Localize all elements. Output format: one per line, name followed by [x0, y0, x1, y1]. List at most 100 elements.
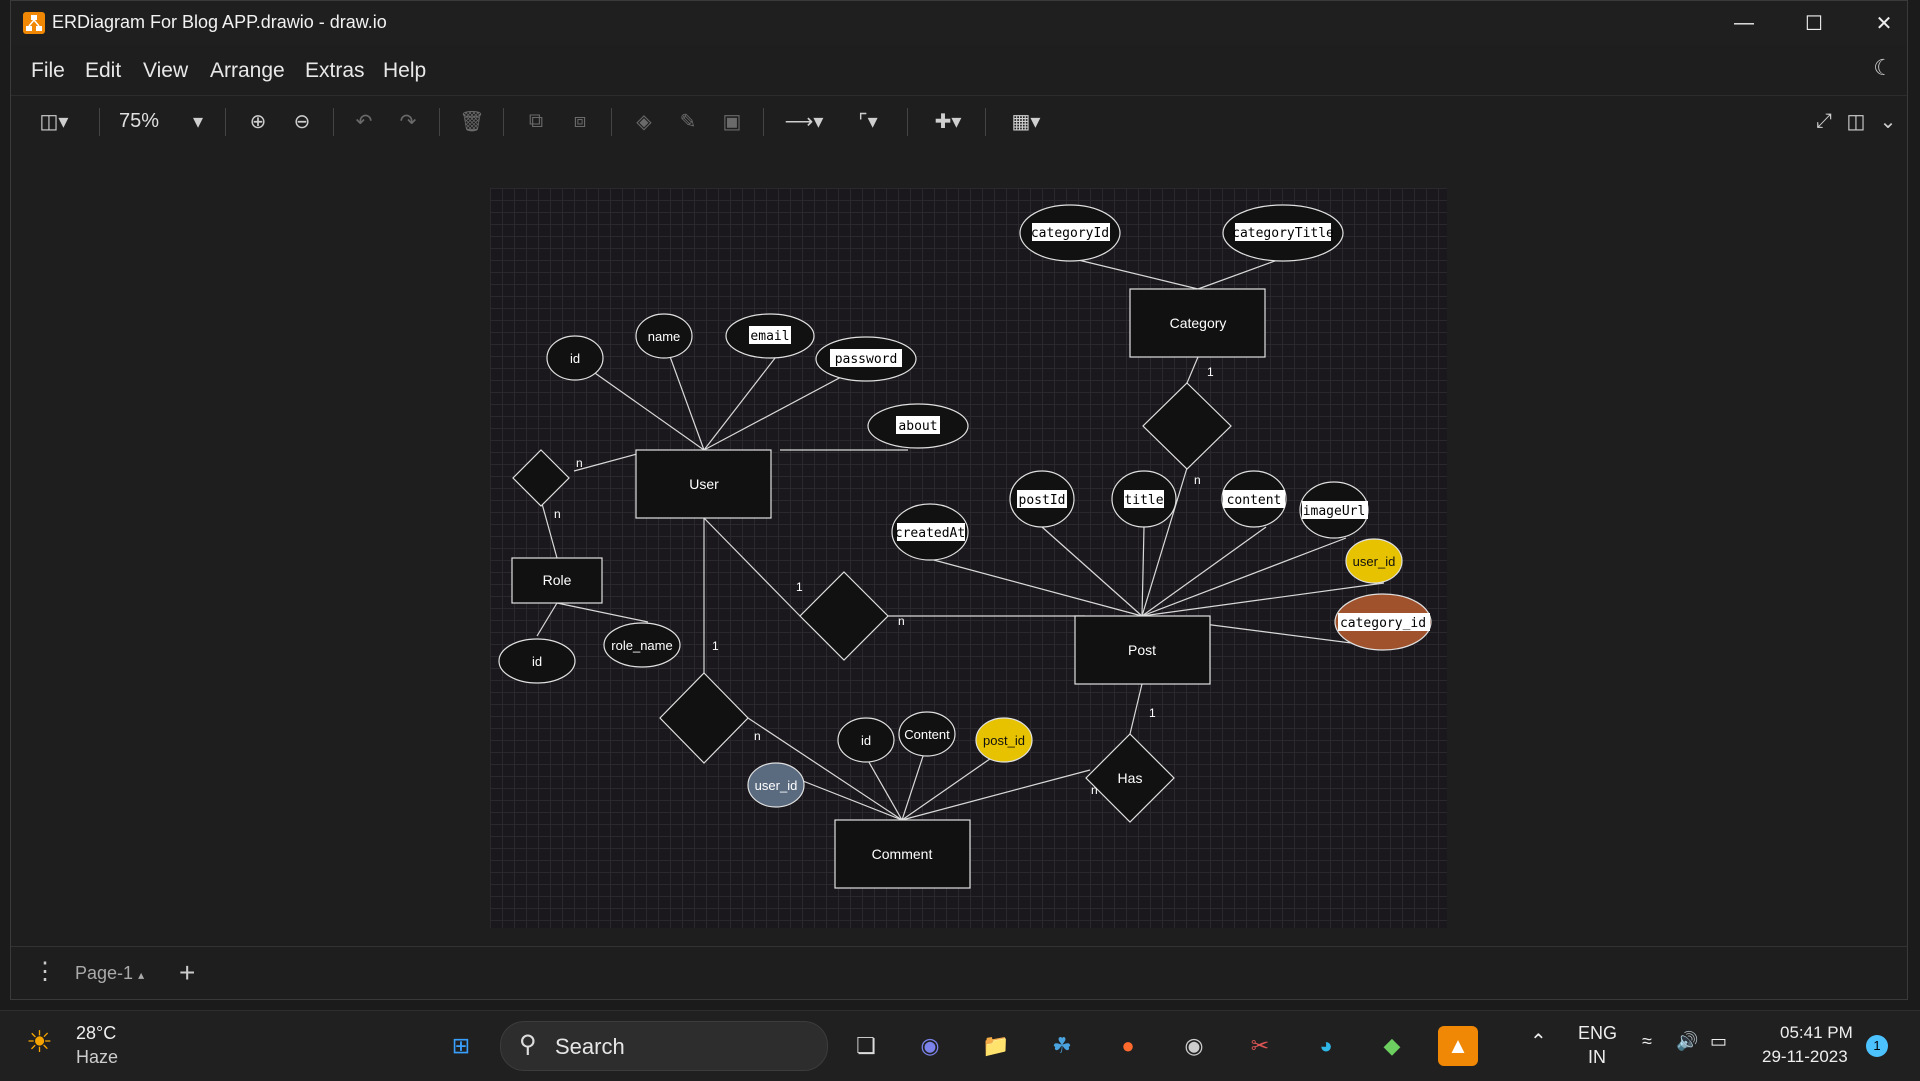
menu-view[interactable]: View	[143, 59, 188, 83]
dark-mode-icon[interactable]: ☾	[1873, 55, 1893, 81]
delete-icon[interactable]: 🗑	[455, 104, 489, 138]
menu-arrange[interactable]: Arrange	[210, 59, 285, 83]
menu-file[interactable]: File	[31, 59, 65, 83]
close-button[interactable]: ✕	[1849, 1, 1919, 45]
postman-icon[interactable]: ●	[1108, 1026, 1148, 1066]
attr-comment-userid-label[interactable]: user_id	[755, 778, 798, 793]
redo-icon[interactable]: ↷	[391, 104, 425, 138]
attr-comment-id-label[interactable]: id	[861, 733, 871, 748]
relation-user-comment[interactable]	[659, 672, 749, 764]
fill-color-icon[interactable]: ◈	[627, 104, 661, 138]
fullscreen-icon[interactable]: ⤢	[1809, 104, 1839, 138]
weather-desc[interactable]: Haze	[76, 1047, 118, 1068]
format-panel-icon[interactable]: ◫▾	[29, 104, 79, 138]
notification-badge[interactable]: 1	[1866, 1035, 1888, 1057]
card-post-comment-post[interactable]: 1	[1149, 706, 1156, 720]
menu-help[interactable]: Help	[383, 59, 426, 83]
teams-icon[interactable]: ◉	[910, 1026, 950, 1066]
language[interactable]: ENG	[1578, 1023, 1617, 1044]
card-user-comment-user[interactable]: 1	[712, 639, 719, 653]
attr-post-imageUrl-label[interactable]: imageUrl	[1303, 504, 1366, 519]
camera-icon[interactable]: ◉	[1174, 1026, 1214, 1066]
zoom-out-icon[interactable]: ⊖	[285, 104, 319, 138]
attr-role-id-label[interactable]: id	[532, 654, 542, 669]
attr-comment-postid-label[interactable]: post_id	[983, 733, 1025, 748]
maximize-button[interactable]: ☐	[1779, 1, 1849, 45]
attr-category-id-label[interactable]: categoryId	[1031, 226, 1109, 241]
waypoints-icon[interactable]: ⌜▾	[843, 104, 893, 138]
canvas-area[interactable]: User Role Category Post Comment Has id n…	[11, 148, 1907, 938]
relation-has-label[interactable]: Has	[1118, 770, 1143, 786]
card-cat-post-post[interactable]: n	[1194, 473, 1201, 487]
minimize-button[interactable]: —	[1709, 1, 1779, 45]
taskbar-search[interactable]: ⚲ Search	[500, 1021, 828, 1071]
volume-icon[interactable]: 🔊	[1676, 1031, 1698, 1052]
windows-start-icon[interactable]: ⊞	[441, 1026, 481, 1066]
connection-icon[interactable]: ⟶▾	[779, 104, 829, 138]
zoom-in-icon[interactable]: ⊕	[241, 104, 275, 138]
card-cat-post-cat[interactable]: 1	[1207, 365, 1214, 379]
attr-role-name-label[interactable]: role_name	[611, 638, 672, 653]
battery-icon[interactable]: ▭	[1710, 1031, 1727, 1052]
weather-temp[interactable]: 28°C	[76, 1023, 116, 1044]
card-post-comment-comment[interactable]: n	[1091, 783, 1098, 797]
attr-user-about-label[interactable]: about	[898, 419, 937, 434]
region[interactable]: IN	[1588, 1047, 1606, 1068]
attr-post-content-label[interactable]: content	[1227, 493, 1282, 508]
menu-edit[interactable]: Edit	[85, 59, 121, 83]
attr-post-id-label[interactable]: postId	[1019, 493, 1066, 508]
zoom-dropdown-icon[interactable]: ▾	[183, 104, 213, 138]
attr-post-createdAt-label[interactable]: createdAt	[895, 526, 965, 541]
page-tab[interactable]: Page-1 ▴	[75, 963, 144, 984]
insert-icon[interactable]: ✚▾	[923, 104, 973, 138]
file-explorer-icon[interactable]: 📁	[976, 1026, 1016, 1066]
snipping-tool-icon[interactable]: ✂	[1240, 1026, 1280, 1066]
attr-user-id-label[interactable]: id	[570, 351, 580, 366]
to-back-icon[interactable]: ⧈	[563, 104, 597, 138]
entity-category-label[interactable]: Category	[1170, 315, 1227, 331]
git-icon[interactable]: ◆	[1372, 1026, 1412, 1066]
mysql-icon[interactable]: ☘	[1042, 1026, 1082, 1066]
attr-post-categoryid-label[interactable]: category_id	[1340, 616, 1426, 631]
pages-menu-icon[interactable]: ⋮	[33, 957, 57, 986]
relation-category-post[interactable]	[1142, 382, 1232, 470]
collapse-icon[interactable]: ⌄	[1873, 104, 1903, 138]
tray-overflow-icon[interactable]: ⌃	[1530, 1029, 1547, 1054]
weather-icon[interactable]: ☀	[26, 1025, 53, 1060]
attr-category-title-label[interactable]: categoryTitle	[1232, 226, 1334, 241]
menu-extras[interactable]: Extras	[305, 59, 365, 83]
diagram-page[interactable]: User Role Category Post Comment Has id n…	[490, 188, 1447, 928]
to-front-icon[interactable]: ⧉	[519, 104, 553, 138]
entity-role-label[interactable]: Role	[543, 572, 572, 588]
card-user-role-user[interactable]: n	[576, 456, 583, 470]
entity-user-label[interactable]: User	[689, 476, 719, 492]
attr-post-title-label[interactable]: title	[1124, 493, 1163, 508]
line-color-icon[interactable]: ✎	[671, 104, 705, 138]
add-page-icon[interactable]: +	[179, 957, 195, 989]
clock-time[interactable]: 05:41 PM	[1780, 1023, 1853, 1043]
format-sidebar-icon[interactable]: ◫	[1841, 104, 1871, 138]
card-user-post-post[interactable]: n	[898, 614, 905, 628]
relation-user-role[interactable]	[512, 449, 570, 507]
relation-user-post[interactable]	[799, 571, 889, 661]
shadow-icon[interactable]: ▣	[715, 104, 749, 138]
page-bar: ⋮ Page-1 ▴ +	[11, 946, 1907, 999]
zoom-level[interactable]: 75%	[119, 110, 159, 133]
drawio-taskbar-icon[interactable]: ▲	[1438, 1026, 1478, 1066]
card-user-post-user[interactable]: 1	[796, 580, 803, 594]
undo-icon[interactable]: ↶	[347, 104, 381, 138]
task-view-icon[interactable]: ❏	[846, 1026, 886, 1066]
table-icon[interactable]: ▦▾	[1001, 104, 1051, 138]
attr-post-userid-label[interactable]: user_id	[1353, 554, 1396, 569]
card-user-comment-comment[interactable]: n	[754, 729, 761, 743]
entity-post-label[interactable]: Post	[1128, 642, 1156, 658]
edge-icon[interactable]: ◕	[1306, 1026, 1346, 1066]
attr-user-name-label[interactable]: name	[648, 329, 681, 344]
wifi-icon[interactable]: ≈	[1642, 1031, 1652, 1052]
card-user-role-role[interactable]: n	[554, 507, 561, 521]
attr-user-password-label[interactable]: password	[835, 352, 898, 367]
attr-user-email-label[interactable]: email	[750, 329, 789, 344]
attr-comment-content-label[interactable]: Content	[904, 727, 950, 742]
clock-date[interactable]: 29-11-2023	[1762, 1047, 1848, 1067]
entity-comment-label[interactable]: Comment	[872, 846, 933, 862]
